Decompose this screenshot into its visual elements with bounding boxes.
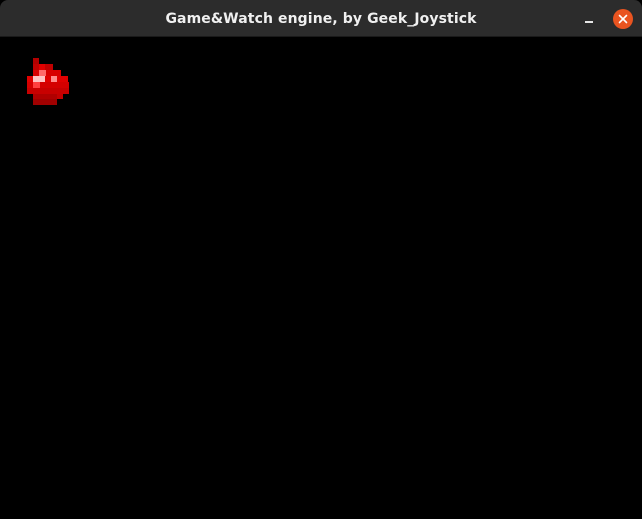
minimize-icon xyxy=(585,21,593,23)
titlebar[interactable]: Game&Watch engine, by Geek_Joystick xyxy=(0,0,642,37)
minimize-button[interactable] xyxy=(578,8,600,30)
window-title: Game&Watch engine, by Geek_Joystick xyxy=(165,11,477,27)
game-canvas[interactable] xyxy=(0,38,642,519)
red-gem-icon xyxy=(27,58,69,105)
close-button[interactable] xyxy=(613,9,633,29)
close-icon xyxy=(618,14,628,24)
app-window: Game&Watch engine, by Geek_Joystick xyxy=(0,0,642,519)
